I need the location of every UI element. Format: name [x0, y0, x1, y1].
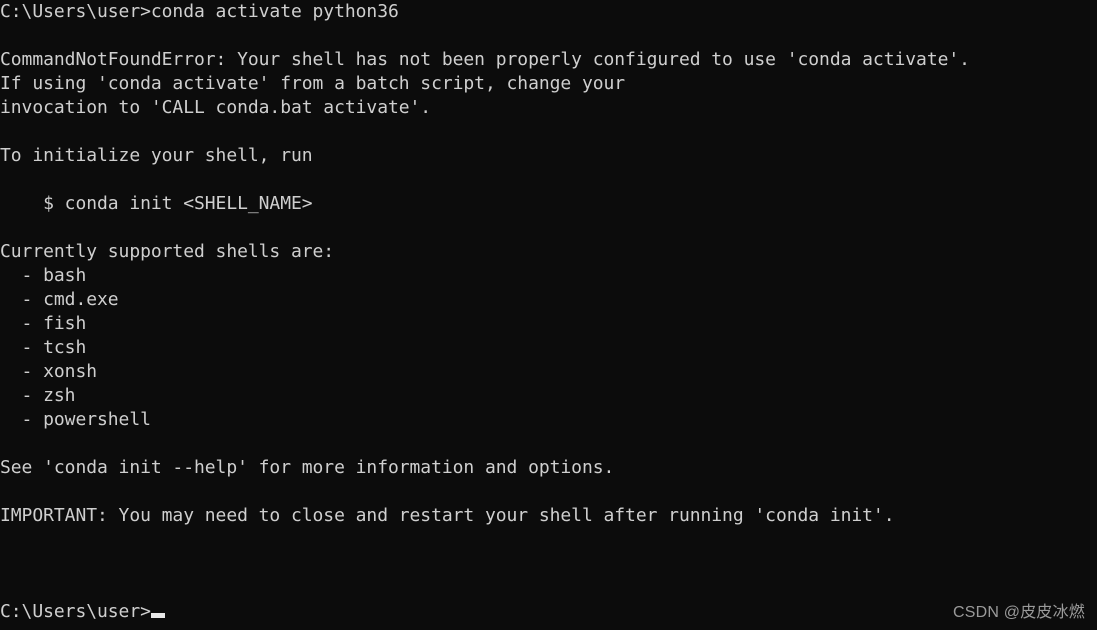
terminal-line-shell-bash: - bash: [0, 265, 87, 286]
terminal-line-help-hint: See 'conda init --help' for more informa…: [0, 457, 615, 478]
terminal-line-shell-cmd: - cmd.exe: [0, 289, 119, 310]
terminal-line-init-example: $ conda init <SHELL_NAME>: [0, 193, 313, 214]
terminal-line-shell-xonsh: - xonsh: [0, 361, 98, 382]
prompt-text: C:\Users\user>: [0, 601, 151, 622]
text-cursor: [150, 613, 165, 618]
terminal-line: C:\Users\user>conda activate python36: [0, 1, 399, 22]
terminal-line-shell-powershell: - powershell: [0, 409, 151, 430]
terminal-line: To initialize your shell, run: [0, 145, 313, 166]
terminal-line-shell-fish: - fish: [0, 313, 87, 334]
terminal-output: C:\Users\user>conda activate python36 Co…: [0, 0, 1097, 624]
terminal-line: invocation to 'CALL conda.bat activate'.: [0, 97, 432, 118]
terminal-line-important: IMPORTANT: You may need to close and res…: [0, 505, 895, 526]
terminal-window[interactable]: C:\Users\user>conda activate python36 Co…: [0, 0, 1097, 630]
terminal-line: If using 'conda activate' from a batch s…: [0, 73, 626, 94]
command-prompt-line[interactable]: C:\Users\user>: [0, 600, 1097, 624]
terminal-line-shell-zsh: - zsh: [0, 385, 76, 406]
terminal-line-shells-heading: Currently supported shells are:: [0, 241, 335, 262]
terminal-line: CommandNotFoundError: Your shell has not…: [0, 49, 970, 70]
csdn-watermark: CSDN @皮皮冰燃: [952, 604, 1085, 621]
terminal-line-shell-tcsh: - tcsh: [0, 337, 87, 358]
